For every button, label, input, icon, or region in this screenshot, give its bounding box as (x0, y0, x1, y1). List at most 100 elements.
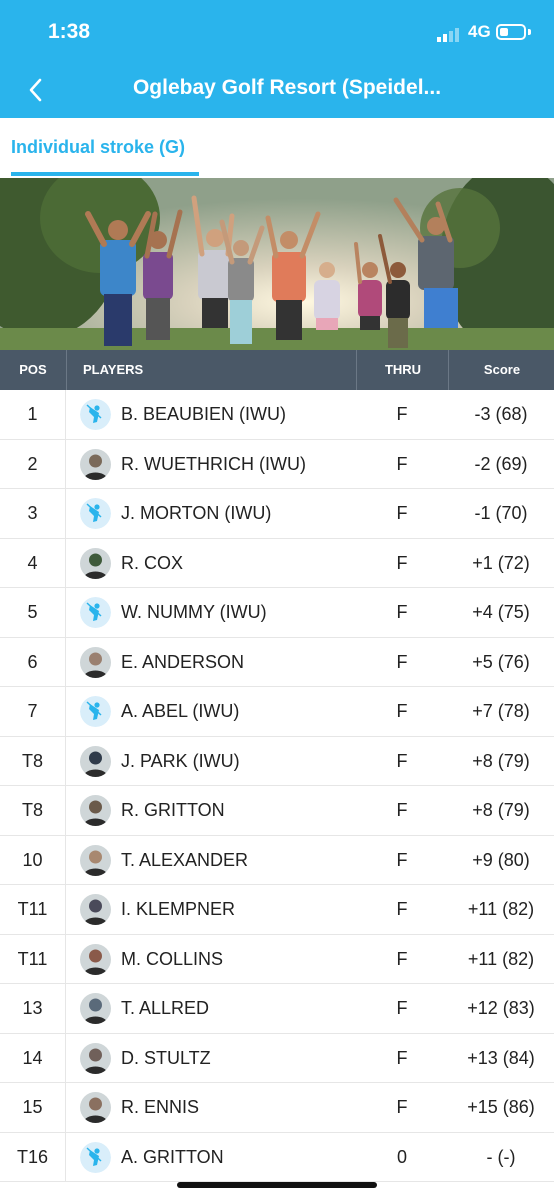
table-row[interactable]: 5 W. NUMMY (IWU) F +4 (75) (0, 588, 554, 638)
row-position: 13 (0, 984, 66, 1033)
row-score: +12 (83) (467, 998, 535, 1018)
table-row[interactable]: 4 R. COX F +1 (72) (0, 538, 554, 588)
row-thru: F (396, 849, 408, 870)
table-row[interactable]: T11 I. KLEMPNER F +11 (82) (0, 885, 554, 935)
player-name[interactable]: R. GRITTON (121, 786, 225, 835)
table-row[interactable]: T8 R. GRITTON F +8 (79) (0, 786, 554, 836)
chevron-left-icon (29, 78, 42, 102)
row-position: T8 (0, 786, 66, 835)
table-row[interactable]: 13 T. ALLRED F +12 (83) (0, 984, 554, 1034)
avatar (80, 1092, 111, 1123)
player-name[interactable]: J. PARK (IWU) (121, 737, 240, 786)
row-position: T11 (0, 885, 66, 934)
row-thru: F (396, 948, 408, 969)
golfer-icon (80, 597, 111, 628)
row-thru: F (396, 800, 408, 820)
table-row[interactable]: 2 R. WUETHRICH (IWU) F -2 (69) (0, 439, 554, 489)
row-score: +4 (75) (472, 602, 530, 622)
row-thru: F (396, 503, 408, 523)
row-thru: 0 (396, 1146, 407, 1167)
player-name[interactable]: I. KLEMPNER (121, 885, 235, 934)
battery-icon (496, 24, 526, 40)
player-name[interactable]: W. NUMMY (IWU) (121, 588, 267, 637)
status-time: 1:38 (48, 20, 91, 43)
row-score: +11 (82) (467, 948, 535, 969)
table-row[interactable]: 3 J. MORTON (IWU) F -1 (70) (0, 489, 554, 539)
back-button[interactable] (20, 70, 60, 110)
row-position: 4 (0, 538, 66, 588)
status-bar: 1:38 4G (0, 0, 554, 64)
row-thru: F (396, 651, 408, 672)
tab-active-indicator (11, 172, 199, 176)
row-score: -3 (68) (474, 404, 528, 424)
row-position: 5 (0, 588, 66, 637)
row-score: - (-) (486, 1146, 516, 1167)
row-score: +9 (80) (472, 849, 530, 870)
avatar (80, 894, 111, 925)
header-score[interactable]: Score (448, 350, 554, 390)
table-row[interactable]: 15 R. ENNIS F +15 (86) (0, 1083, 554, 1133)
row-position: 6 (0, 637, 66, 687)
row-position: 10 (0, 835, 66, 885)
header-pos[interactable]: POS (0, 350, 66, 390)
tab-label: Individual stroke (G) (11, 137, 186, 157)
header-thru[interactable]: THRU (356, 350, 449, 390)
table-row[interactable]: T8 J. PARK (IWU) F +8 (79) (0, 736, 554, 786)
row-score: +13 (84) (467, 1047, 535, 1068)
table-row[interactable]: T16 A. GRITTON 0 - (-) (0, 1132, 554, 1182)
golfer-icon (80, 696, 111, 727)
avatar (80, 1042, 111, 1074)
row-score: +7 (78) (472, 701, 530, 721)
table-row[interactable]: 6 E. ANDERSON F +5 (76) (0, 637, 554, 687)
avatar (80, 745, 111, 777)
table-row[interactable]: 1 B. BEAUBIEN (IWU) F -3 (68) (0, 390, 554, 440)
row-position: 15 (0, 1083, 66, 1132)
avatar (80, 844, 111, 876)
avatar (80, 943, 111, 975)
row-thru: F (396, 899, 408, 919)
home-indicator (177, 1182, 377, 1188)
player-name[interactable]: T. ALLRED (121, 984, 209, 1033)
table-row[interactable]: T11 M. COLLINS F +11 (82) (0, 934, 554, 984)
row-score: -2 (69) (474, 453, 528, 474)
golfer-icon (80, 1141, 111, 1173)
player-name[interactable]: J. MORTON (IWU) (121, 489, 271, 538)
tab-individual-stroke[interactable]: Individual stroke (G) (0, 118, 200, 178)
row-score: +5 (76) (472, 651, 530, 672)
row-score: +1 (72) (472, 552, 530, 573)
row-thru: F (396, 404, 408, 424)
player-name[interactable]: D. STULTZ (121, 1034, 211, 1083)
row-position: 14 (0, 1033, 66, 1083)
battery-tip (528, 29, 531, 35)
player-name[interactable]: R. WUETHRICH (IWU) (121, 440, 306, 489)
player-name[interactable]: R. COX (121, 539, 183, 588)
player-name[interactable]: A. ABEL (IWU) (121, 687, 239, 736)
table-row[interactable]: 14 D. STULTZ F +13 (84) (0, 1033, 554, 1083)
player-name[interactable]: M. COLLINS (121, 935, 223, 984)
player-name[interactable]: T. ALEXANDER (121, 836, 248, 885)
row-thru: F (396, 602, 408, 622)
row-score: -1 (70) (474, 503, 528, 523)
signal-icon (437, 28, 459, 42)
table-row[interactable]: 10 T. ALEXANDER F +9 (80) (0, 835, 554, 885)
golfer-icon (80, 498, 111, 529)
row-thru: F (396, 1097, 408, 1117)
row-thru: F (396, 453, 408, 474)
row-position: 1 (0, 390, 66, 439)
player-name[interactable]: R. ENNIS (121, 1083, 199, 1132)
row-position: T8 (0, 736, 66, 786)
row-score: +15 (86) (467, 1097, 535, 1117)
row-score: +8 (79) (472, 800, 530, 820)
player-name[interactable]: A. GRITTON (121, 1133, 224, 1182)
player-name[interactable]: B. BEAUBIEN (IWU) (121, 390, 286, 439)
avatar (80, 448, 111, 480)
hero-illustration (0, 178, 554, 350)
row-position: T11 (0, 934, 66, 984)
player-name[interactable]: E. ANDERSON (121, 638, 244, 687)
header-players[interactable]: PLAYERS (66, 350, 356, 390)
table-row[interactable]: 7 A. ABEL (IWU) F +7 (78) (0, 687, 554, 737)
row-thru: F (396, 750, 408, 771)
row-score: +11 (82) (467, 899, 535, 919)
row-position: 2 (0, 439, 66, 489)
avatar (80, 795, 111, 826)
